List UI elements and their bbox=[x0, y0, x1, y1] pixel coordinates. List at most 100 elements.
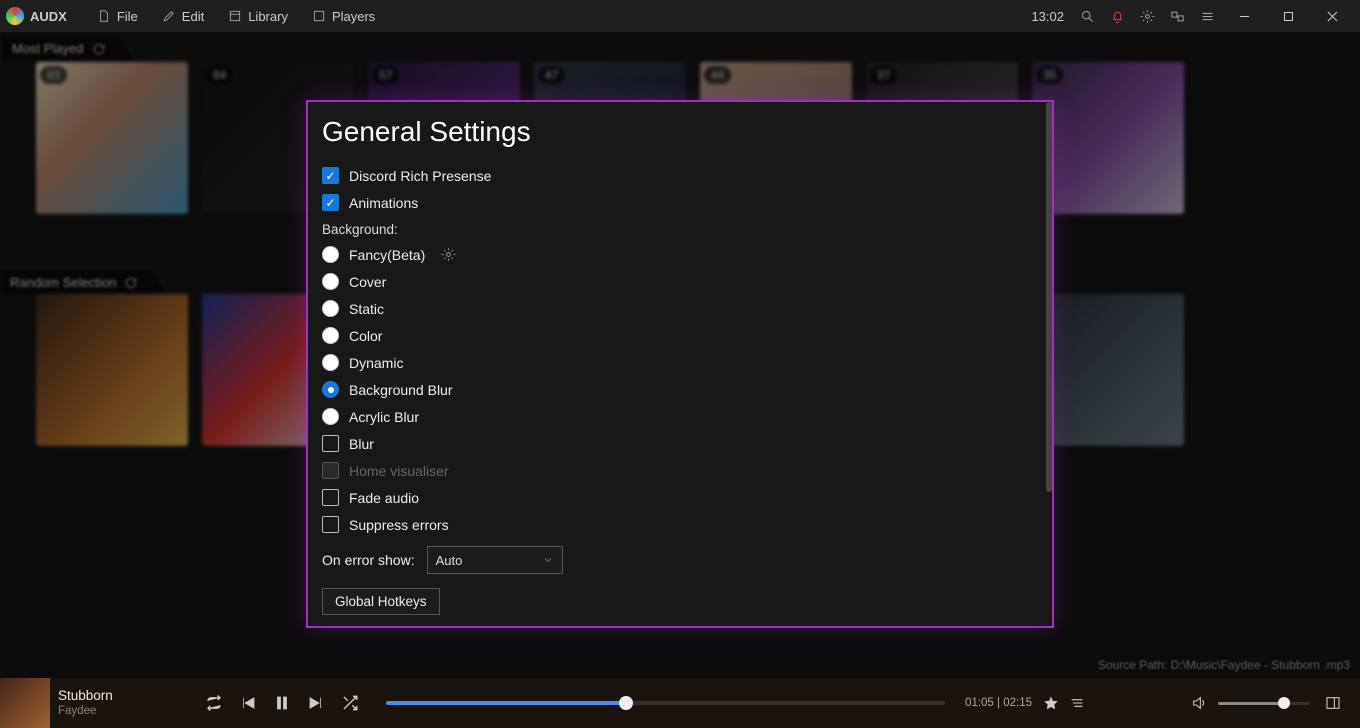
checkbox-home-visualiser: Home visualiser bbox=[322, 457, 1038, 484]
shuffle-icon bbox=[341, 694, 359, 712]
search-button[interactable] bbox=[1072, 0, 1102, 32]
repeat-button[interactable] bbox=[202, 691, 226, 715]
minimize-icon bbox=[1239, 11, 1250, 22]
select-value: Auto bbox=[436, 553, 463, 568]
radio-static[interactable]: Static bbox=[322, 295, 1038, 322]
album-thumb[interactable] bbox=[36, 294, 188, 446]
time-display: 01:05 | 02:15 bbox=[959, 697, 1038, 709]
settings-button[interactable] bbox=[1132, 0, 1162, 32]
album-thumb[interactable] bbox=[1032, 294, 1184, 446]
radio-label: Cover bbox=[349, 274, 386, 290]
queue-icon bbox=[1069, 695, 1085, 711]
now-playing-meta: Stubborn Faydee bbox=[50, 687, 192, 719]
panel-icon bbox=[1325, 695, 1341, 711]
radio-color[interactable]: Color bbox=[322, 322, 1038, 349]
players-icon bbox=[312, 9, 326, 23]
checkbox-blur[interactable]: Blur bbox=[322, 430, 1038, 457]
radio-cover[interactable]: Cover bbox=[322, 268, 1038, 295]
previous-button[interactable] bbox=[236, 691, 260, 715]
close-icon bbox=[1327, 11, 1338, 22]
next-button[interactable] bbox=[304, 691, 328, 715]
settings-modal: General Settings Discord Rich Presense A… bbox=[306, 100, 1054, 628]
volume-button[interactable] bbox=[1186, 695, 1212, 711]
devices-icon bbox=[1170, 9, 1185, 24]
queue-button[interactable] bbox=[1064, 695, 1090, 711]
pencil-icon bbox=[162, 9, 176, 23]
checkbox-suppress-errors[interactable]: Suppress errors bbox=[322, 511, 1038, 538]
player-bar: Stubborn Faydee 01:05 | 02:15 bbox=[0, 678, 1360, 728]
background-label: Background: bbox=[322, 216, 1038, 241]
radio-label: Color bbox=[349, 328, 382, 344]
volume-knob[interactable] bbox=[1278, 697, 1290, 709]
checkbox-label: Discord Rich Presense bbox=[349, 168, 491, 184]
radio-acrylic[interactable]: Acrylic Blur bbox=[322, 403, 1038, 430]
checkbox-fade-audio[interactable]: Fade audio bbox=[322, 484, 1038, 511]
checkbox-label: Blur bbox=[349, 436, 374, 452]
radio-icon bbox=[322, 273, 339, 290]
play-count: 37 bbox=[870, 66, 897, 84]
checkbox-animations[interactable]: Animations bbox=[322, 189, 1038, 216]
album-thumb[interactable]: 83 bbox=[36, 62, 188, 214]
hamburger-button[interactable] bbox=[1192, 0, 1222, 32]
radio-label: Fancy(Beta) bbox=[349, 247, 425, 263]
play-pause-button[interactable] bbox=[270, 691, 294, 715]
window-maximize[interactable] bbox=[1266, 0, 1310, 32]
chevron-down-icon bbox=[542, 554, 554, 566]
shuffle-button[interactable] bbox=[338, 691, 362, 715]
pause-icon bbox=[273, 694, 291, 712]
seek-bar[interactable] bbox=[386, 701, 945, 705]
track-artist: Faydee bbox=[58, 704, 192, 719]
menu-edit[interactable]: Edit bbox=[150, 0, 216, 32]
next-icon bbox=[307, 694, 325, 712]
radio-label: Static bbox=[349, 301, 384, 317]
modal-title: General Settings bbox=[322, 116, 1038, 148]
previous-icon bbox=[239, 694, 257, 712]
radio-icon bbox=[322, 381, 339, 398]
app-name: AUDX bbox=[30, 9, 67, 24]
hamburger-icon bbox=[1200, 9, 1215, 24]
seek-knob[interactable] bbox=[619, 696, 633, 710]
checkbox-icon bbox=[322, 516, 339, 533]
radio-icon bbox=[322, 408, 339, 425]
radio-fancy[interactable]: Fancy(Beta) bbox=[322, 241, 1038, 268]
fancy-settings-button[interactable] bbox=[441, 247, 456, 262]
radio-dynamic[interactable]: Dynamic bbox=[322, 349, 1038, 376]
menu-file[interactable]: File bbox=[85, 0, 150, 32]
on-error-select[interactable]: Auto bbox=[427, 546, 563, 574]
window-minimize[interactable] bbox=[1222, 0, 1266, 32]
now-playing-art[interactable] bbox=[0, 678, 50, 728]
section-most-played[interactable]: Most Played bbox=[2, 36, 134, 61]
radio-label: Background Blur bbox=[349, 382, 453, 398]
menu-library-label: Library bbox=[248, 9, 288, 24]
checkbox-icon bbox=[322, 167, 339, 184]
devices-button[interactable] bbox=[1162, 0, 1192, 32]
track-title: Stubborn bbox=[58, 687, 192, 705]
maximize-icon bbox=[1283, 11, 1294, 22]
play-count: 64 bbox=[206, 66, 233, 84]
checkbox-label: Home visualiser bbox=[349, 463, 449, 479]
repeat-icon bbox=[205, 694, 223, 712]
window-close[interactable] bbox=[1310, 0, 1354, 32]
radio-icon bbox=[322, 246, 339, 263]
album-thumb[interactable]: 35 bbox=[1032, 62, 1184, 214]
menu-library[interactable]: Library bbox=[216, 0, 300, 32]
scrollbar[interactable] bbox=[1046, 102, 1052, 492]
menu-players[interactable]: Players bbox=[300, 0, 387, 32]
file-icon bbox=[97, 9, 111, 23]
radio-bgblur[interactable]: Background Blur bbox=[322, 376, 1038, 403]
volume-slider[interactable] bbox=[1218, 702, 1310, 705]
layout-button[interactable] bbox=[1320, 695, 1346, 711]
favorite-button[interactable] bbox=[1038, 695, 1064, 711]
radio-icon bbox=[322, 354, 339, 371]
notifications-button[interactable] bbox=[1102, 0, 1132, 32]
bell-icon bbox=[1110, 9, 1125, 24]
library-icon bbox=[228, 9, 242, 23]
play-count: 35 bbox=[1036, 66, 1063, 84]
checkbox-label: Animations bbox=[349, 195, 418, 211]
global-hotkeys-button[interactable]: Global Hotkeys bbox=[322, 588, 440, 615]
star-icon bbox=[1043, 695, 1059, 711]
seek-fill bbox=[386, 701, 626, 705]
checkbox-icon bbox=[322, 489, 339, 506]
section-random[interactable]: Random Selection bbox=[0, 270, 166, 295]
checkbox-discord[interactable]: Discord Rich Presense bbox=[322, 162, 1038, 189]
